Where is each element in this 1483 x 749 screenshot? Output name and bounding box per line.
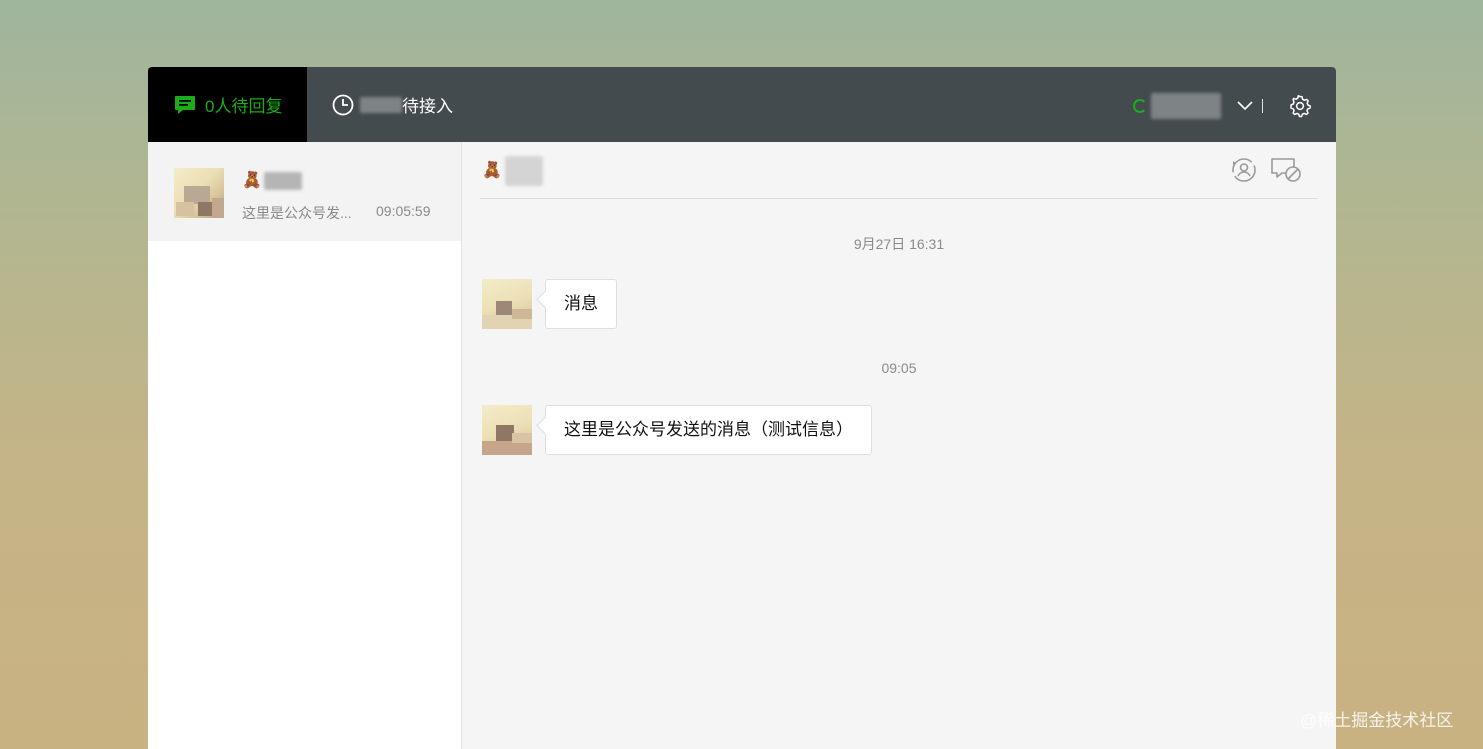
gear-icon[interactable] [1288, 94, 1312, 118]
session-time: 09:05:59 [376, 203, 431, 219]
chat-bubble-icon [175, 95, 195, 114]
watermark: @稀土掘金技术社区 [1300, 711, 1454, 730]
close-chat-icon[interactable] [1270, 156, 1302, 184]
session-name: 🧸 [242, 170, 302, 192]
timestamp-label: 09:05 [881, 360, 917, 376]
redacted-count [360, 96, 402, 113]
pending-tab-label: 0人待回复 [205, 97, 283, 116]
transfer-user-icon[interactable] [1230, 156, 1258, 184]
clock-icon [332, 94, 354, 115]
avatar[interactable] [482, 405, 532, 455]
redacted-account-name [1151, 93, 1221, 119]
session-list: 🧸 这里是公众号发... 09:05:59 [148, 142, 462, 749]
avatar[interactable] [482, 279, 532, 329]
chat-header: 🧸 [480, 142, 1318, 199]
top-bar: 0人待回复 待接入 [148, 67, 1336, 142]
message-row: 消息 [482, 279, 617, 329]
account-switcher[interactable] [1133, 91, 1253, 121]
timestamp-label: 9月27日 16:31 [853, 236, 945, 252]
bear-emoji-icon: 🧸 [242, 172, 262, 189]
chevron-down-icon [1237, 101, 1253, 111]
message-bubble[interactable]: 消息 [545, 279, 617, 329]
redacted-name [263, 172, 302, 190]
toolbar-divider [1262, 99, 1263, 113]
customer-service-window: 0人待回复 待接入 🧸 这里是公众号发... 09:05:59 🧸 9月27日 … [148, 67, 1336, 749]
session-item[interactable]: 🧸 这里是公众号发... 09:05:59 [148, 142, 461, 241]
message-bubble[interactable]: 这里是公众号发送的消息（测试信息） [545, 405, 872, 455]
bear-emoji-icon: 🧸 [482, 162, 502, 179]
waiting-tab-label: 待接入 [402, 97, 453, 116]
chat-panel: 🧸 9月27日 16:31 消息 09:05 这里是公众号发送的消息（测试信息） [462, 142, 1336, 749]
chat-title: 🧸 [482, 156, 543, 186]
avatar [174, 168, 224, 218]
redacted-contact-name [504, 156, 543, 186]
tab-waiting-queue[interactable]: 待接入 [332, 67, 453, 142]
tab-pending-replies[interactable]: 0人待回复 [148, 67, 307, 142]
online-status-icon [1133, 99, 1147, 113]
session-preview: 这里是公众号发... [242, 205, 352, 221]
message-row: 这里是公众号发送的消息（测试信息） [482, 405, 872, 455]
